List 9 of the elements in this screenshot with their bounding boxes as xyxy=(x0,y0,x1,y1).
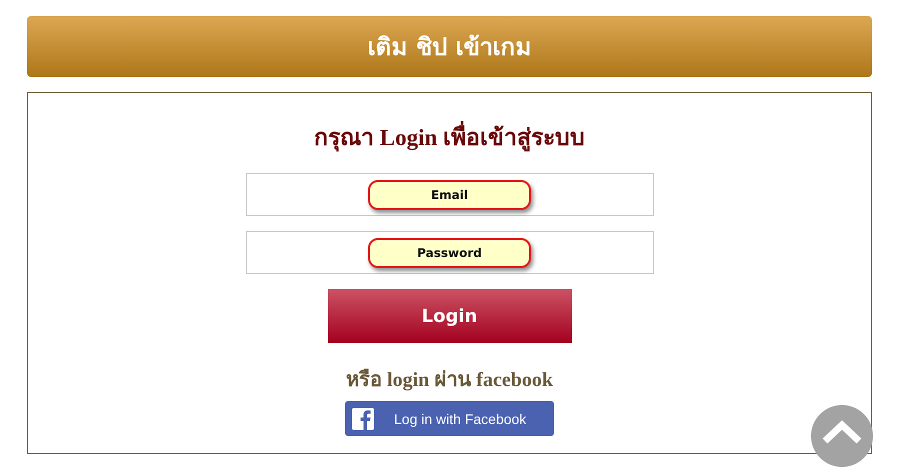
facebook-login-button[interactable]: Log in with Facebook xyxy=(345,401,554,436)
input-field[interactable]: Password xyxy=(368,238,531,268)
input-field[interactable]: Email xyxy=(368,180,531,210)
login-heading: กรุณา Login เพื่อเข้าสู่ระบบ xyxy=(314,119,586,155)
page-title: เติม ชิป เข้าเกม xyxy=(27,16,872,77)
facebook-icon xyxy=(352,408,374,430)
scroll-to-top-button[interactable] xyxy=(811,405,873,467)
alternative-login-text: หรือ login ผ่าน facebook xyxy=(346,368,553,393)
login-button[interactable]: Login xyxy=(328,289,572,343)
